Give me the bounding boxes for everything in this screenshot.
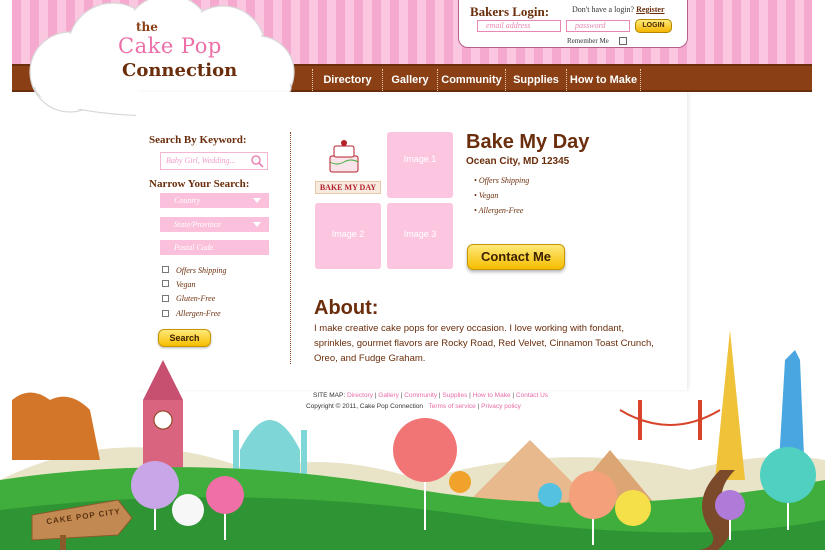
postal-code-label: Postal Code [174,243,214,252]
footer-link-contact-us[interactable]: Contact Us [516,392,548,399]
nav-divider [640,69,641,93]
feature-offers-shipping: • Offers Shipping [474,176,530,185]
search-icon[interactable] [250,154,264,168]
login-title: Bakers Login: [470,4,550,19]
footer-legal: Copyright © 2011, Cake Pop Connection Te… [306,403,521,410]
remember-me-label: Remember Me [567,37,609,45]
postal-code-input[interactable]: Postal Code [160,240,269,255]
no-account-text: Don't have a login? [572,5,635,14]
nav-supplies[interactable]: Supplies [505,69,566,93]
filter-offers-shipping-checkbox[interactable] [162,266,169,273]
business-name: Bake My Day [466,131,590,153]
login-no-account: Don't have a login? Register [572,5,665,14]
email-field[interactable]: email address [477,20,561,32]
feature-vegan: • Vegan [474,191,499,200]
about-heading: About: [314,297,379,319]
remember-me-checkbox[interactable] [619,37,627,45]
image-2-label: Image 2 [331,229,365,239]
feature-allergen-free: • Allergen-Free [474,206,524,215]
baker-logo-text: BAKE MY DAY [315,181,381,194]
nav-directory[interactable]: Directory [312,69,382,93]
bakers-login-panel: Bakers Login: Don't have a login? Regist… [458,0,688,48]
state-select[interactable]: State/Province [160,217,269,232]
country-select-label: Country [174,196,201,205]
business-location: Ocean City, MD 12345 [466,156,570,167]
state-select-label: State/Province [174,220,221,229]
copyright-text: Copyright © 2011, Cake Pop Connection [306,403,424,410]
image-3-label: Image 3 [403,229,437,239]
nav-community[interactable]: Community [437,69,505,93]
image-2-tile[interactable]: Image 2 [315,203,381,269]
chevron-down-icon [253,222,261,227]
footer-link-gallery[interactable]: Gallery [378,392,399,399]
register-link[interactable]: Register [636,5,664,14]
sitemap-label: SITE MAP: [313,392,346,399]
image-1-label: Image 1 [403,154,437,164]
login-button[interactable]: LOGIN [635,19,672,33]
contact-me-button[interactable]: Contact Me [467,244,565,270]
narrow-search-heading: Narrow Your Search: [149,178,250,190]
filter-allergen-free-label: Allergen-Free [176,309,221,318]
candy-city-scenery [0,330,825,550]
filter-vegan-checkbox[interactable] [162,280,169,287]
footer-link-terms[interactable]: Terms of service [428,403,475,410]
nav-how-to-make[interactable]: How to Make [566,69,640,93]
footer-link-supplies[interactable]: Supplies [442,392,467,399]
footer-sitemap: SITE MAP: Directory | Gallery | Communit… [313,392,549,399]
image-1-tile[interactable]: Image 1 [387,132,453,198]
filter-gluten-free-label: Gluten-Free [176,294,216,303]
chevron-down-icon [253,198,261,203]
footer-link-directory[interactable]: Directory [347,392,373,399]
filter-vegan-label: Vegan [176,280,196,289]
footer-link-community[interactable]: Community [404,392,437,399]
nav-gallery[interactable]: Gallery [382,69,437,93]
footer-link-privacy[interactable]: Privacy policy [481,403,521,410]
filter-offers-shipping-label: Offers Shipping [176,266,227,275]
filter-allergen-free-checkbox[interactable] [162,310,169,317]
country-select[interactable]: Country [160,193,269,208]
footer-link-how-to-make[interactable]: How to Make [473,392,511,399]
logo-text-connection: Connection [122,60,238,81]
password-field[interactable]: password [566,20,630,32]
filter-gluten-free-checkbox[interactable] [162,295,169,302]
image-3-tile[interactable]: Image 3 [387,203,453,269]
logo-text-the: the [136,20,158,34]
logo-text-cake-pop: Cake Pop [118,34,222,58]
cake-icon [329,140,359,173]
search-keyword-heading: Search By Keyword: [149,134,247,146]
